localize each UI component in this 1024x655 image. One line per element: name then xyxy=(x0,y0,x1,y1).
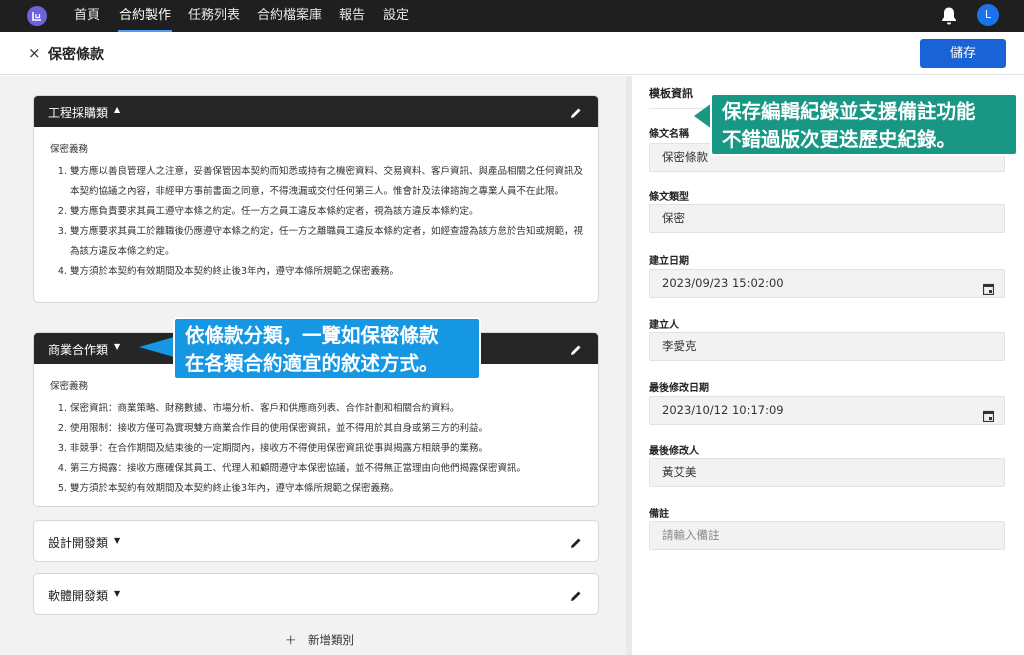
field-label: 最後修改人 xyxy=(649,446,699,457)
edit-icon[interactable] xyxy=(570,587,582,606)
category-header[interactable]: 軟體開發類 ▼ xyxy=(34,574,598,614)
caret-down-icon[interactable]: ▼ xyxy=(114,589,120,598)
category-card-design[interactable]: 設計開發類 ▼ xyxy=(33,520,599,562)
list-item: 雙方須於本契約有效期間及本契約終止後3年內，遵守本條所規範之保密義務。 xyxy=(70,479,583,499)
nav-item-contract-library[interactable]: 合約檔案庫 xyxy=(256,0,323,32)
list-item: 第三方揭露：接收方應確保其員工、代理人和顧問遵守本保密協議，並不得無正當理由向他… xyxy=(70,459,583,479)
list-item: 非競爭：在合作期間及結束後的一定期間內，接收方不得使用保密資訊從事與揭露方相競爭… xyxy=(70,439,583,459)
clause-list: 雙方應以善良管理人之注意，妥善保管因本契約而知悉或持有之機密資料、交易資料、客戶… xyxy=(50,162,583,282)
top-nav: 首頁 合約製作 任務列表 合約檔案庫 報告 設定 L xyxy=(0,0,1024,32)
calendar-icon[interactable] xyxy=(982,405,995,432)
clause-type-field[interactable]: 保密 xyxy=(649,204,1005,233)
callout-line: 不錯過版次更迭歷史紀錄。 xyxy=(722,128,957,151)
notes-input[interactable]: 請輸入備註 xyxy=(649,521,1005,550)
list-item: 使用限制：接收方僅可為實現雙方商業合作目的使用保密資訊，並不得用於其自身或第三方… xyxy=(70,419,583,439)
category-title: 商業合作類 xyxy=(48,343,109,357)
edit-icon[interactable] xyxy=(570,534,582,553)
edit-icon[interactable] xyxy=(570,341,582,360)
edit-icon[interactable] xyxy=(570,104,582,123)
field-value: 2023/09/23 15:02:00 xyxy=(662,276,784,290)
nav-item-home[interactable]: 首頁 xyxy=(73,0,101,32)
list-item: 雙方應以善良管理人之注意，妥善保管因本契約而知悉或持有之機密資料、交易資料、客戶… xyxy=(70,162,583,202)
nav-item-reports[interactable]: 報告 xyxy=(338,0,366,32)
category-content: 保密義務 雙方應以善良管理人之注意，妥善保管因本契約而知悉或持有之機密資料、交易… xyxy=(34,127,598,282)
callout-line: 在各類合約適宜的敘述方式。 xyxy=(185,352,439,375)
modifier-field[interactable]: 黃艾美 xyxy=(649,458,1005,487)
category-header[interactable]: 設計開發類 ▼ xyxy=(34,521,598,561)
category-title: 工程採購類 xyxy=(48,106,109,120)
category-content: 保密義務 保密資訊：商業策略、財務數據、市場分析、客戶和供應商列表、合作計劃和相… xyxy=(34,364,598,499)
page-header: × 保密條款 儲存 xyxy=(0,32,1024,75)
caret-down-icon[interactable]: ▼ xyxy=(114,536,120,545)
template-info-panel: 模板資訊 條文名稱 保密條款 條文類型 保密 建立日期 2023/09/23 1… xyxy=(632,76,1024,655)
category-header[interactable]: 工程採購類 ▲ xyxy=(34,96,598,127)
feature-callout-history: 保存編輯紀錄並支援備註功能 不錯過版次更迭歷史紀錄。 xyxy=(710,93,1018,156)
modified-date-field[interactable]: 2023/10/12 10:17:09 xyxy=(649,396,1005,425)
list-item: 保密資訊：商業策略、財務數據、市場分析、客戶和供應商列表、合作計劃和相關合約資料… xyxy=(70,399,583,419)
field-label: 條文類型 xyxy=(649,192,689,203)
field-label: 條文名稱 xyxy=(649,129,689,140)
field-value: 2023/10/12 10:17:09 xyxy=(662,403,784,417)
caret-down-icon[interactable]: ▼ xyxy=(114,342,120,351)
user-avatar[interactable]: L xyxy=(977,4,999,26)
category-card-engineering: 工程採購類 ▲ 保密義務 雙方應以善良管理人之注意，妥善保管因本契約而知悉或持有… xyxy=(33,95,599,303)
nav-item-contract-creation[interactable]: 合約製作 xyxy=(118,0,173,32)
feature-callout-categories: 依條款分類，一覽如保密條款 在各類合約適宜的敘述方式。 xyxy=(173,317,481,380)
creator-field[interactable]: 李愛克 xyxy=(649,332,1005,361)
panel-title: 模板資訊 xyxy=(649,87,693,100)
section-heading: 保密義務 xyxy=(50,144,89,155)
callout-line: 保存編輯紀錄並支援備註功能 xyxy=(722,100,976,123)
save-button[interactable]: 儲存 xyxy=(920,39,1006,68)
nav-item-settings[interactable]: 設定 xyxy=(382,0,410,32)
field-label: 備註 xyxy=(649,509,669,520)
add-category-button[interactable]: ＋ 新增類別 xyxy=(285,632,354,648)
section-heading: 保密義務 xyxy=(50,381,89,392)
callout-pointer xyxy=(139,337,174,357)
field-label: 建立人 xyxy=(649,320,679,331)
created-date-field[interactable]: 2023/09/23 15:02:00 xyxy=(649,269,1005,298)
category-title: 軟體開發類 xyxy=(48,589,109,603)
field-label: 建立日期 xyxy=(649,256,689,267)
list-item: 雙方應負責要求其員工遵守本條之約定。任一方之員工違反本條約定者，視為該方違反本條… xyxy=(70,202,583,222)
bell-icon[interactable] xyxy=(940,6,958,30)
list-item: 雙方應要求其員工於離職後仍應遵守本條之約定，任一方之離職員工違反本條約定者，如經… xyxy=(70,222,583,262)
clause-list: 保密資訊：商業策略、財務數據、市場分析、客戶和供應商列表、合作計劃和相關合約資料… xyxy=(50,399,583,499)
page-title: 保密條款 xyxy=(48,47,104,63)
field-label: 最後修改日期 xyxy=(649,383,709,394)
app-logo-icon[interactable] xyxy=(27,6,47,26)
nav-item-task-list[interactable]: 任務列表 xyxy=(187,0,241,32)
list-item: 雙方須於本契約有效期間及本契約終止後3年內，遵守本條所規範之保密義務。 xyxy=(70,262,583,282)
close-icon[interactable]: × xyxy=(28,44,41,62)
category-card-software[interactable]: 軟體開發類 ▼ xyxy=(33,573,599,615)
category-title: 設計開發類 xyxy=(48,536,109,550)
calendar-icon[interactable] xyxy=(982,278,995,305)
caret-up-icon[interactable]: ▲ xyxy=(114,105,120,114)
callout-line: 依條款分類，一覽如保密條款 xyxy=(185,324,439,347)
